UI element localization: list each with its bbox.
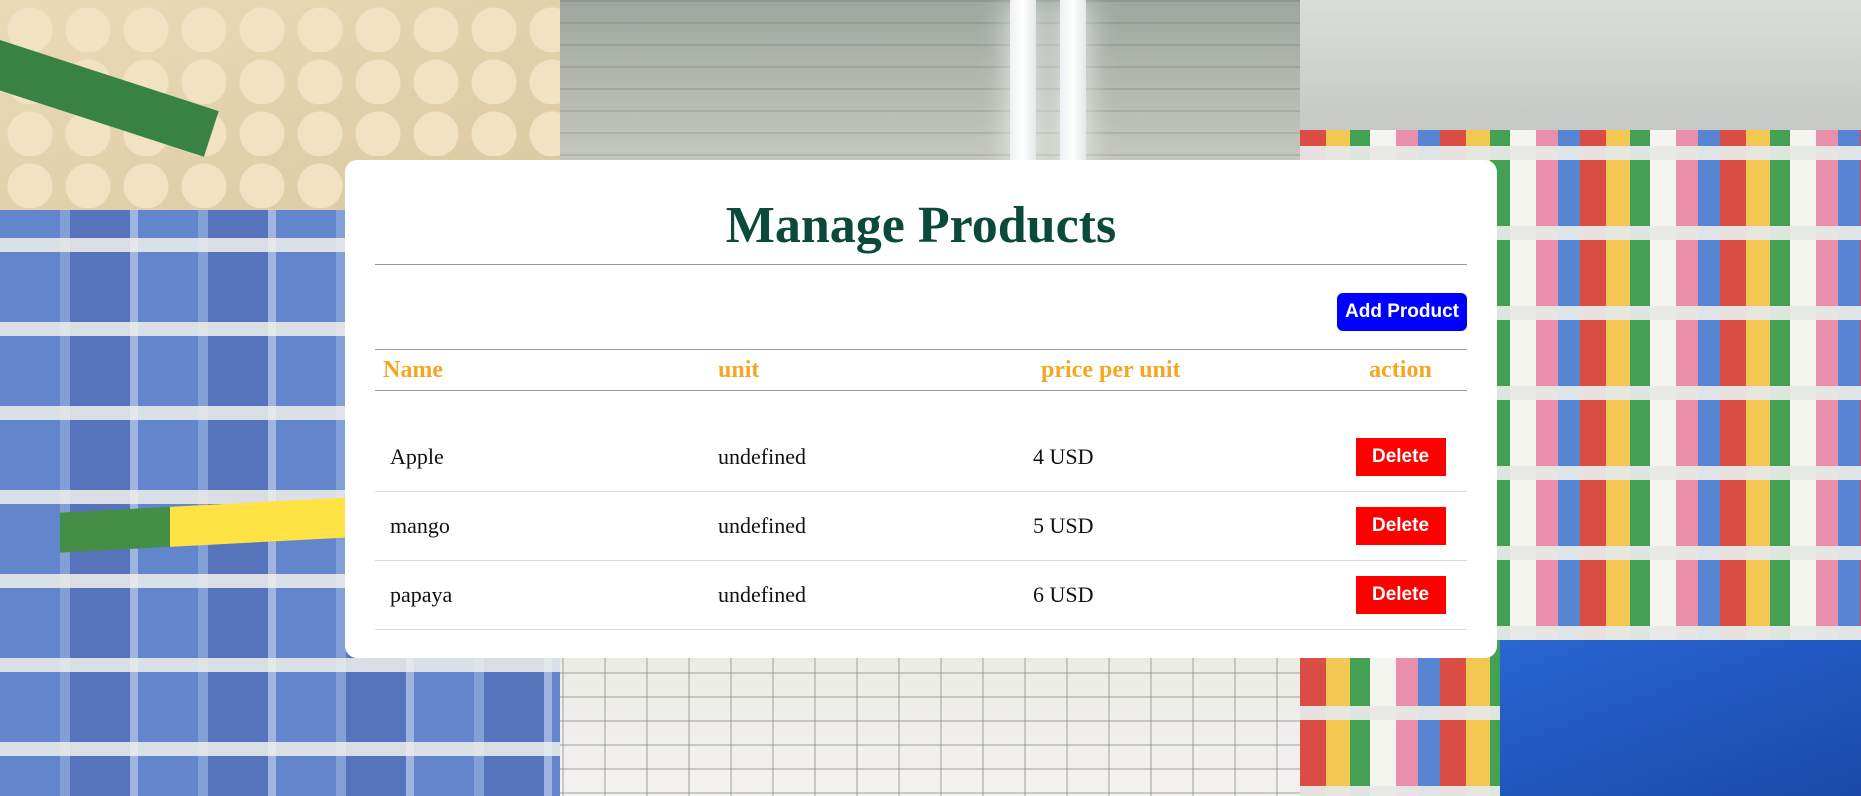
product-action: Delete	[1334, 492, 1467, 561]
table-row: papaya undefined 6 USD Delete	[375, 561, 1467, 630]
table-header-row: Name unit price per unit action	[375, 349, 1467, 391]
delete-button[interactable]: Delete	[1355, 576, 1446, 614]
table-row: Apple undefined 4 USD Delete	[375, 391, 1467, 492]
column-header-action: action	[1369, 356, 1432, 383]
toolbar: Add Product	[375, 265, 1467, 349]
product-action: Delete	[1334, 561, 1467, 630]
table-body: Apple undefined 4 USD Delete mango undef…	[375, 391, 1467, 630]
product-unit: undefined	[718, 513, 806, 538]
product-action: Delete	[1334, 391, 1467, 492]
column-header-price: price per unit	[1041, 356, 1181, 383]
product-unit: undefined	[718, 444, 806, 469]
product-price: 4 USD	[1033, 444, 1094, 469]
product-name: mango	[390, 513, 450, 538]
column-header-unit: unit	[718, 356, 760, 383]
manage-products-card: Manage Products Add Product Name unit pr…	[345, 160, 1497, 658]
product-unit: undefined	[718, 582, 806, 607]
products-table: Name unit price per unit action Apple un…	[375, 349, 1467, 630]
delete-button[interactable]: Delete	[1355, 507, 1446, 545]
product-name: Apple	[390, 444, 444, 469]
product-price: 6 USD	[1033, 582, 1094, 607]
add-product-button[interactable]: Add Product	[1337, 293, 1467, 331]
table-row: mango undefined 5 USD Delete	[375, 492, 1467, 561]
column-header-name: Name	[383, 356, 443, 383]
delete-button[interactable]: Delete	[1355, 438, 1446, 476]
table-header: Name unit price per unit action	[375, 349, 1467, 391]
page-title: Manage Products	[725, 197, 1117, 254]
product-price: 5 USD	[1033, 513, 1094, 538]
product-name: papaya	[390, 582, 453, 607]
